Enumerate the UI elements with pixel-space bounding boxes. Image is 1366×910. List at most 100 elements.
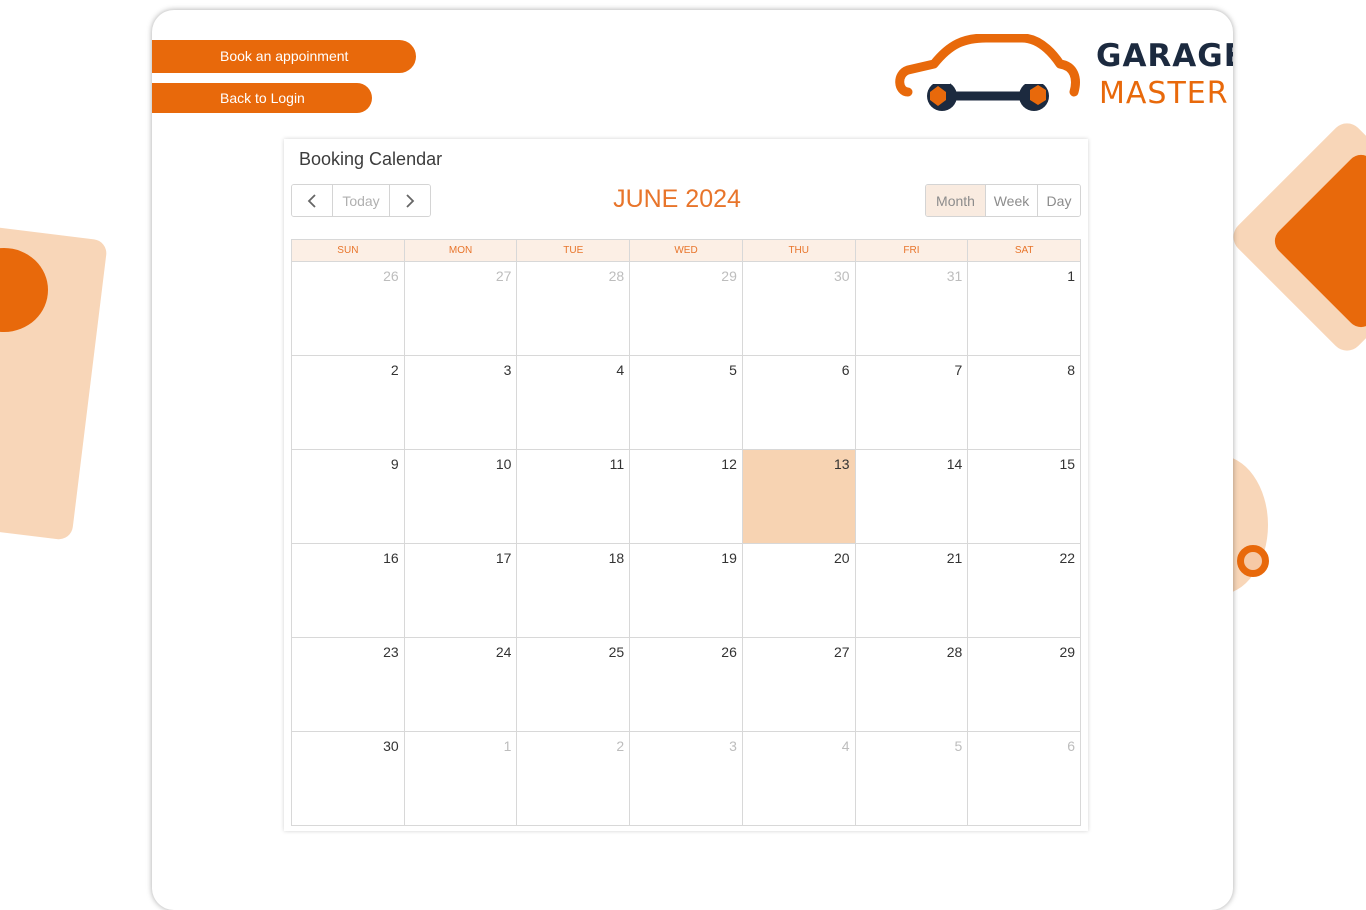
day-number: 29 [1059,644,1076,660]
day-number: 9 [390,456,399,472]
day-cell[interactable]: 17 [405,544,518,637]
day-number: 16 [383,550,399,566]
day-number: 27 [495,268,512,284]
month-grid: SUN MON TUE WED THU FRI SAT 26 27 28 29 30 31 1 2 3 4 5 6… [291,239,1081,826]
day-number: 15 [1059,456,1076,472]
day-cell[interactable]: 24 [405,638,518,731]
day-number: 19 [721,550,737,566]
calendar-title: Booking Calendar [299,149,443,169]
car-wrench-icon [895,34,1080,111]
day-cell[interactable]: 2 [517,732,631,825]
day-cell[interactable]: 18 [517,544,631,637]
weekday-header: THU [743,240,856,261]
day-cell[interactable]: 19 [630,544,743,637]
week-row: 26 27 28 29 30 31 1 [292,262,1080,356]
book-appointment-button[interactable]: Book an appoinment [152,40,416,73]
day-cell[interactable]: 28 [517,262,631,355]
day-cell[interactable]: 3 [405,356,518,449]
logo-text-master: MASTER [1099,76,1229,111]
day-cell[interactable]: 11 [517,450,631,543]
day-cell[interactable]: 27 [743,638,856,731]
weekday-header: SAT [1014,245,1034,256]
weeks-container: 26 27 28 29 30 31 1 2 3 4 5 6 7 8 9 10 11 12 13 14 15 16 17 18 1… [292,262,1080,825]
week-view-button[interactable]: Week [986,185,1038,216]
day-cell[interactable]: 21 [856,544,969,637]
day-cell[interactable]: 6 [743,356,856,449]
day-number: 28 [608,268,625,284]
day-cell[interactable]: 23 [292,638,405,731]
week-row: 30 1 2 3 4 5 6 [292,732,1080,825]
day-number: 13 [834,456,850,472]
day-number: 5 [729,362,737,378]
day-cell[interactable]: 12 [630,450,743,543]
day-number: 21 [946,550,963,566]
day-number: 17 [495,550,512,566]
day-cell[interactable]: 27 [405,262,518,355]
day-number: 20 [834,550,850,566]
day-cell-today[interactable]: 13 [742,450,856,543]
day-cell[interactable]: 30 [292,732,405,825]
day-number: 8 [1067,362,1076,378]
day-cell[interactable]: 1 [405,732,518,825]
main-panel: Book an appoinment Back to Login GARAGE … [152,10,1233,910]
day-number: 3 [729,738,737,754]
day-number: 12 [721,456,737,472]
day-cell[interactable]: 22 [968,544,1080,637]
day-cell[interactable]: 5 [856,732,969,825]
week-row: 23 24 25 26 27 28 29 [292,638,1080,732]
day-number: 6 [1067,738,1076,754]
day-number: 7 [954,362,963,378]
day-cell[interactable]: 4 [517,356,631,449]
day-number: 2 [390,362,399,378]
back-to-login-button[interactable]: Back to Login [152,83,372,113]
weekday-header: MON [405,240,518,261]
day-number: 26 [721,644,737,660]
day-number: 26 [383,268,399,284]
day-cell[interactable]: 28 [856,638,969,731]
day-cell[interactable]: 20 [743,544,856,637]
day-view-button[interactable]: Day [1038,185,1080,216]
garage-master-logo: GARAGE MASTER [894,34,1233,118]
day-cell[interactable]: 4 [743,732,856,825]
day-cell[interactable]: 30 [743,262,856,355]
weekday-header: WED [630,240,743,261]
day-number: 22 [1059,550,1076,566]
week-row: 2 3 4 5 6 7 8 [292,356,1080,450]
day-number: 1 [1067,268,1076,284]
day-cell[interactable]: 26 [292,262,405,355]
day-number: 1 [503,738,512,754]
day-cell[interactable]: 1 [968,262,1080,355]
day-cell[interactable]: 6 [968,732,1080,825]
day-cell[interactable]: 16 [292,544,405,637]
day-number: 6 [841,362,850,378]
month-view-button[interactable]: Month [926,185,986,216]
day-number: 5 [954,738,963,754]
weekday-header-row: SUN MON TUE WED THU FRI SAT [292,240,1080,262]
day-cell[interactable]: 10 [405,450,518,543]
day-number: 28 [946,644,963,660]
weekday-header: SUN [292,240,405,261]
day-cell[interactable]: 8 [968,356,1080,449]
weekday-header: FRI [856,240,969,261]
day-cell[interactable]: 25 [517,638,631,731]
day-number: 29 [721,268,737,284]
day-number: 25 [608,644,625,660]
day-cell[interactable]: 14 [856,450,969,543]
day-number: 30 [383,738,399,754]
day-cell[interactable]: 29 [630,262,743,355]
day-cell[interactable]: 2 [292,356,405,449]
day-cell[interactable]: 7 [856,356,969,449]
day-number: 30 [834,268,850,284]
day-number: 27 [834,644,850,660]
day-cell[interactable]: 5 [630,356,743,449]
day-cell[interactable]: 29 [968,638,1080,731]
day-number: 10 [495,456,512,472]
day-cell[interactable]: 15 [968,450,1080,543]
day-cell[interactable]: 26 [630,638,743,731]
day-number: 23 [383,644,399,660]
day-cell[interactable]: 3 [630,732,743,825]
decor-right-ring [1237,545,1269,577]
day-number: 31 [946,268,963,284]
day-cell[interactable]: 9 [292,450,405,543]
day-cell[interactable]: 31 [856,262,969,355]
